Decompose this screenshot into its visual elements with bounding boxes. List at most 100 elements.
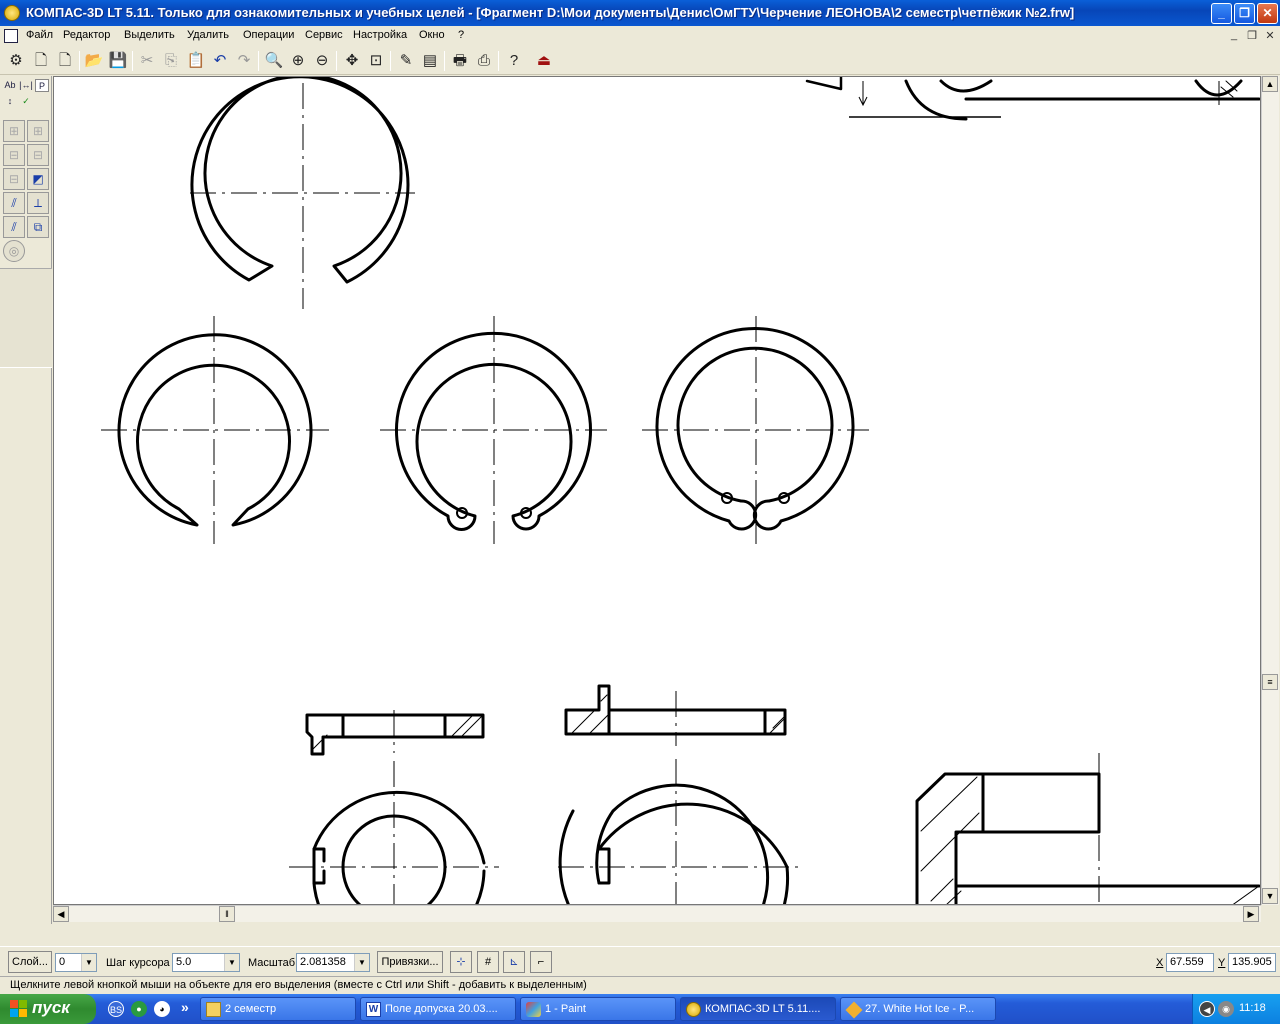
toolbar-separator [390,51,391,71]
redraw-icon[interactable]: ✎ [395,50,417,72]
horizontal-scrollbar[interactable]: ◀ ‖ ▶ [53,905,1261,922]
parallel-icon[interactable]: ⫽ [3,192,25,214]
menu-editor[interactable]: Редактор [63,29,110,41]
section-right-edges [607,708,767,736]
kompas-app-icon[interactable] [4,5,20,21]
tray-speaker-icon[interactable]: ◉ [1218,1001,1234,1017]
undo-icon[interactable]: ↶ [209,50,231,72]
minimize-button[interactable]: _ [1211,3,1232,24]
x-coordinate-field[interactable]: 67.559 [1166,953,1214,972]
new-fragment-icon[interactable]: 🗋 [54,50,76,72]
settings-circle-icon[interactable]: ◎ [3,240,25,262]
open-folder-icon[interactable]: 📂 [83,50,105,72]
check-tool-icon[interactable]: ✓ [19,95,33,108]
quicklaunch-app-icon[interactable]: BS [108,1001,124,1017]
gear-icon[interactable]: ⚙ [5,50,27,72]
scroll-left-icon[interactable]: ◀ [53,906,69,922]
y-coordinate-field[interactable]: 135.905 [1228,953,1276,972]
context-help-icon[interactable]: ? [503,50,525,72]
toolbar-separator [498,51,499,71]
horizontal-icon[interactable]: ⊟ [3,144,25,166]
task-folder[interactable]: 2 семестр [200,997,356,1021]
ortho-icon[interactable]: ⌐ [530,951,552,973]
snaps-button[interactable]: Привязки... [377,951,443,973]
exit-icon[interactable]: ⏏ [533,50,555,72]
maximize-button[interactable]: ❐ [1234,3,1255,24]
paste-icon[interactable]: 📋 [185,50,207,72]
doc-restore-button[interactable]: ❐ [1244,29,1260,43]
menu-operations[interactable]: Операции [243,29,294,41]
quicklaunch-panda-icon[interactable]: ◕ [154,1001,170,1017]
fix-point-icon[interactable]: ⊞ [3,120,25,142]
panel-blank-area [0,268,52,368]
scroll-thumb-horizontal[interactable]: ‖ [219,906,235,922]
task-word[interactable]: W Поле допуска 20.03.... [360,997,516,1021]
vertical-scrollbar[interactable]: ▲ ≡ ▼ [1261,76,1279,905]
local-cs-icon[interactable]: ⊾ [503,951,525,973]
save-icon[interactable]: 💾 [107,50,129,72]
document-menu-icon[interactable] [4,29,18,43]
zoom-all-icon[interactable]: ⊡ [365,50,387,72]
pan-icon[interactable]: ✥ [341,50,363,72]
arrow-tool-icon[interactable]: ↕ [3,95,17,108]
print-preview-icon[interactable]: 🖶 [449,50,471,72]
task-player[interactable]: 27. White Hot Ice - P... [840,997,996,1021]
assembly-inner [954,830,1260,904]
start-button[interactable]: пуск [0,994,96,1024]
chevron-down-icon[interactable]: ▼ [354,954,369,971]
redo-icon[interactable]: ↷ [233,50,255,72]
copy-icon[interactable]: ⎘ [160,50,182,72]
zoom-in-icon[interactable]: ⊕ [287,50,309,72]
scroll-down-icon[interactable]: ▼ [1262,888,1278,904]
perpendicular-icon[interactable]: ⟂ [27,192,49,214]
doc-minimize-button[interactable]: _ [1226,29,1242,43]
task-paint[interactable]: 1 - Paint [520,997,676,1021]
x-label: X [1156,957,1164,969]
layer-button[interactable]: Слой... [8,951,52,973]
print-icon[interactable]: ⎙ [473,50,495,72]
menu-bar: Файл Редактор Выделить Удалить Операции … [0,26,1280,46]
tangent-icon[interactable]: ⫽ [3,216,25,238]
vertical-icon[interactable]: ⊟ [27,144,49,166]
local-snap-icon[interactable]: ⊹ [450,951,472,973]
drawing-canvas[interactable] [53,76,1261,905]
menu-settings[interactable]: Настройка [353,29,407,41]
scroll-up-icon[interactable]: ▲ [1262,76,1278,92]
scroll-right-icon[interactable]: ▶ [1243,906,1259,922]
symmetry-icon[interactable]: ◩ [27,168,49,190]
layers-icon[interactable]: ▤ [419,50,441,72]
menu-file[interactable]: Файл [26,29,53,41]
toolbar-separator [258,51,259,71]
menu-window[interactable]: Окно [419,29,445,41]
menu-delete[interactable]: Удалить [187,29,229,41]
close-button[interactable]: ✕ [1257,3,1278,24]
tab-dimensions[interactable]: |↔| [19,79,33,92]
zoom-out-icon[interactable]: ⊖ [311,50,333,72]
quicklaunch-chevron[interactable]: » [181,999,189,1015]
coincide-icon[interactable]: ⊞ [27,120,49,142]
fix-dimension-icon[interactable]: ⧉ [27,216,49,238]
grid-icon[interactable]: # [477,951,499,973]
new-document-icon[interactable]: 🗋 [30,50,52,72]
menu-select[interactable]: Выделить [124,29,175,41]
task-label: КОМПАС-3D LT 5.11.... [705,1003,821,1015]
tab-parametric[interactable]: P [35,79,49,92]
menu-service[interactable]: Сервис [305,29,343,41]
chevron-down-icon[interactable]: ▼ [81,954,96,971]
drawing[interactable] [54,77,1261,905]
partial-edge [805,77,843,91]
tab-text[interactable]: Ab [3,79,17,92]
cut-icon[interactable]: ✂ [136,50,158,72]
menu-help[interactable]: ? [458,29,464,41]
toolbar-separator [336,51,337,71]
zoom-window-icon[interactable]: 🔍 [263,50,285,72]
align-icon[interactable]: ⊟ [3,168,25,190]
scroll-thumb-vertical[interactable]: ≡ [1262,674,1278,690]
doc-close-button[interactable]: ✕ [1262,29,1278,43]
chevron-down-icon[interactable]: ▼ [224,954,239,971]
task-kompas[interactable]: КОМПАС-3D LT 5.11.... [680,997,836,1021]
compact-panel: Ab |↔| P ↕ ✓ ⊞ ⊞ ⊟ ⊟ ⊟ ◩ ⫽ ⟂ ⫽ ⧉ ◎ [0,76,52,924]
quicklaunch-browser-icon[interactable]: ● [131,1001,147,1017]
tray-back-icon[interactable]: ◀ [1199,1001,1215,1017]
y-value: 135.905 [1232,956,1272,968]
